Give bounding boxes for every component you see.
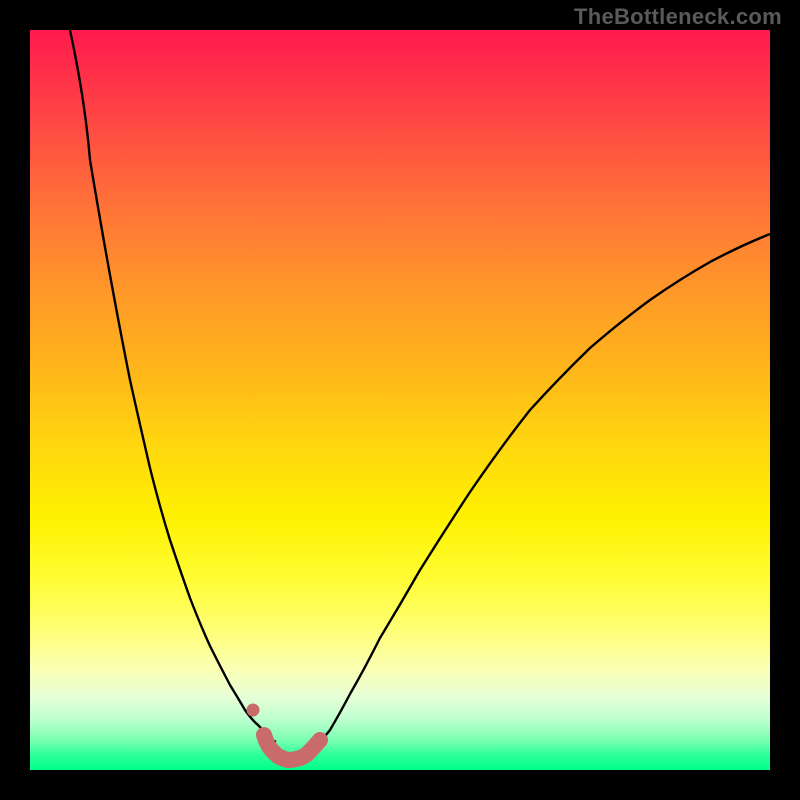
plot-area [30, 30, 770, 770]
highlight-dot [247, 704, 260, 717]
right-rising-curve [318, 234, 770, 742]
flat-bottom-highlight [264, 735, 320, 760]
chart-frame: TheBottleneck.com [0, 0, 800, 800]
left-falling-curve [70, 30, 276, 742]
watermark-label: TheBottleneck.com [574, 4, 782, 30]
curve-svg [30, 30, 770, 770]
